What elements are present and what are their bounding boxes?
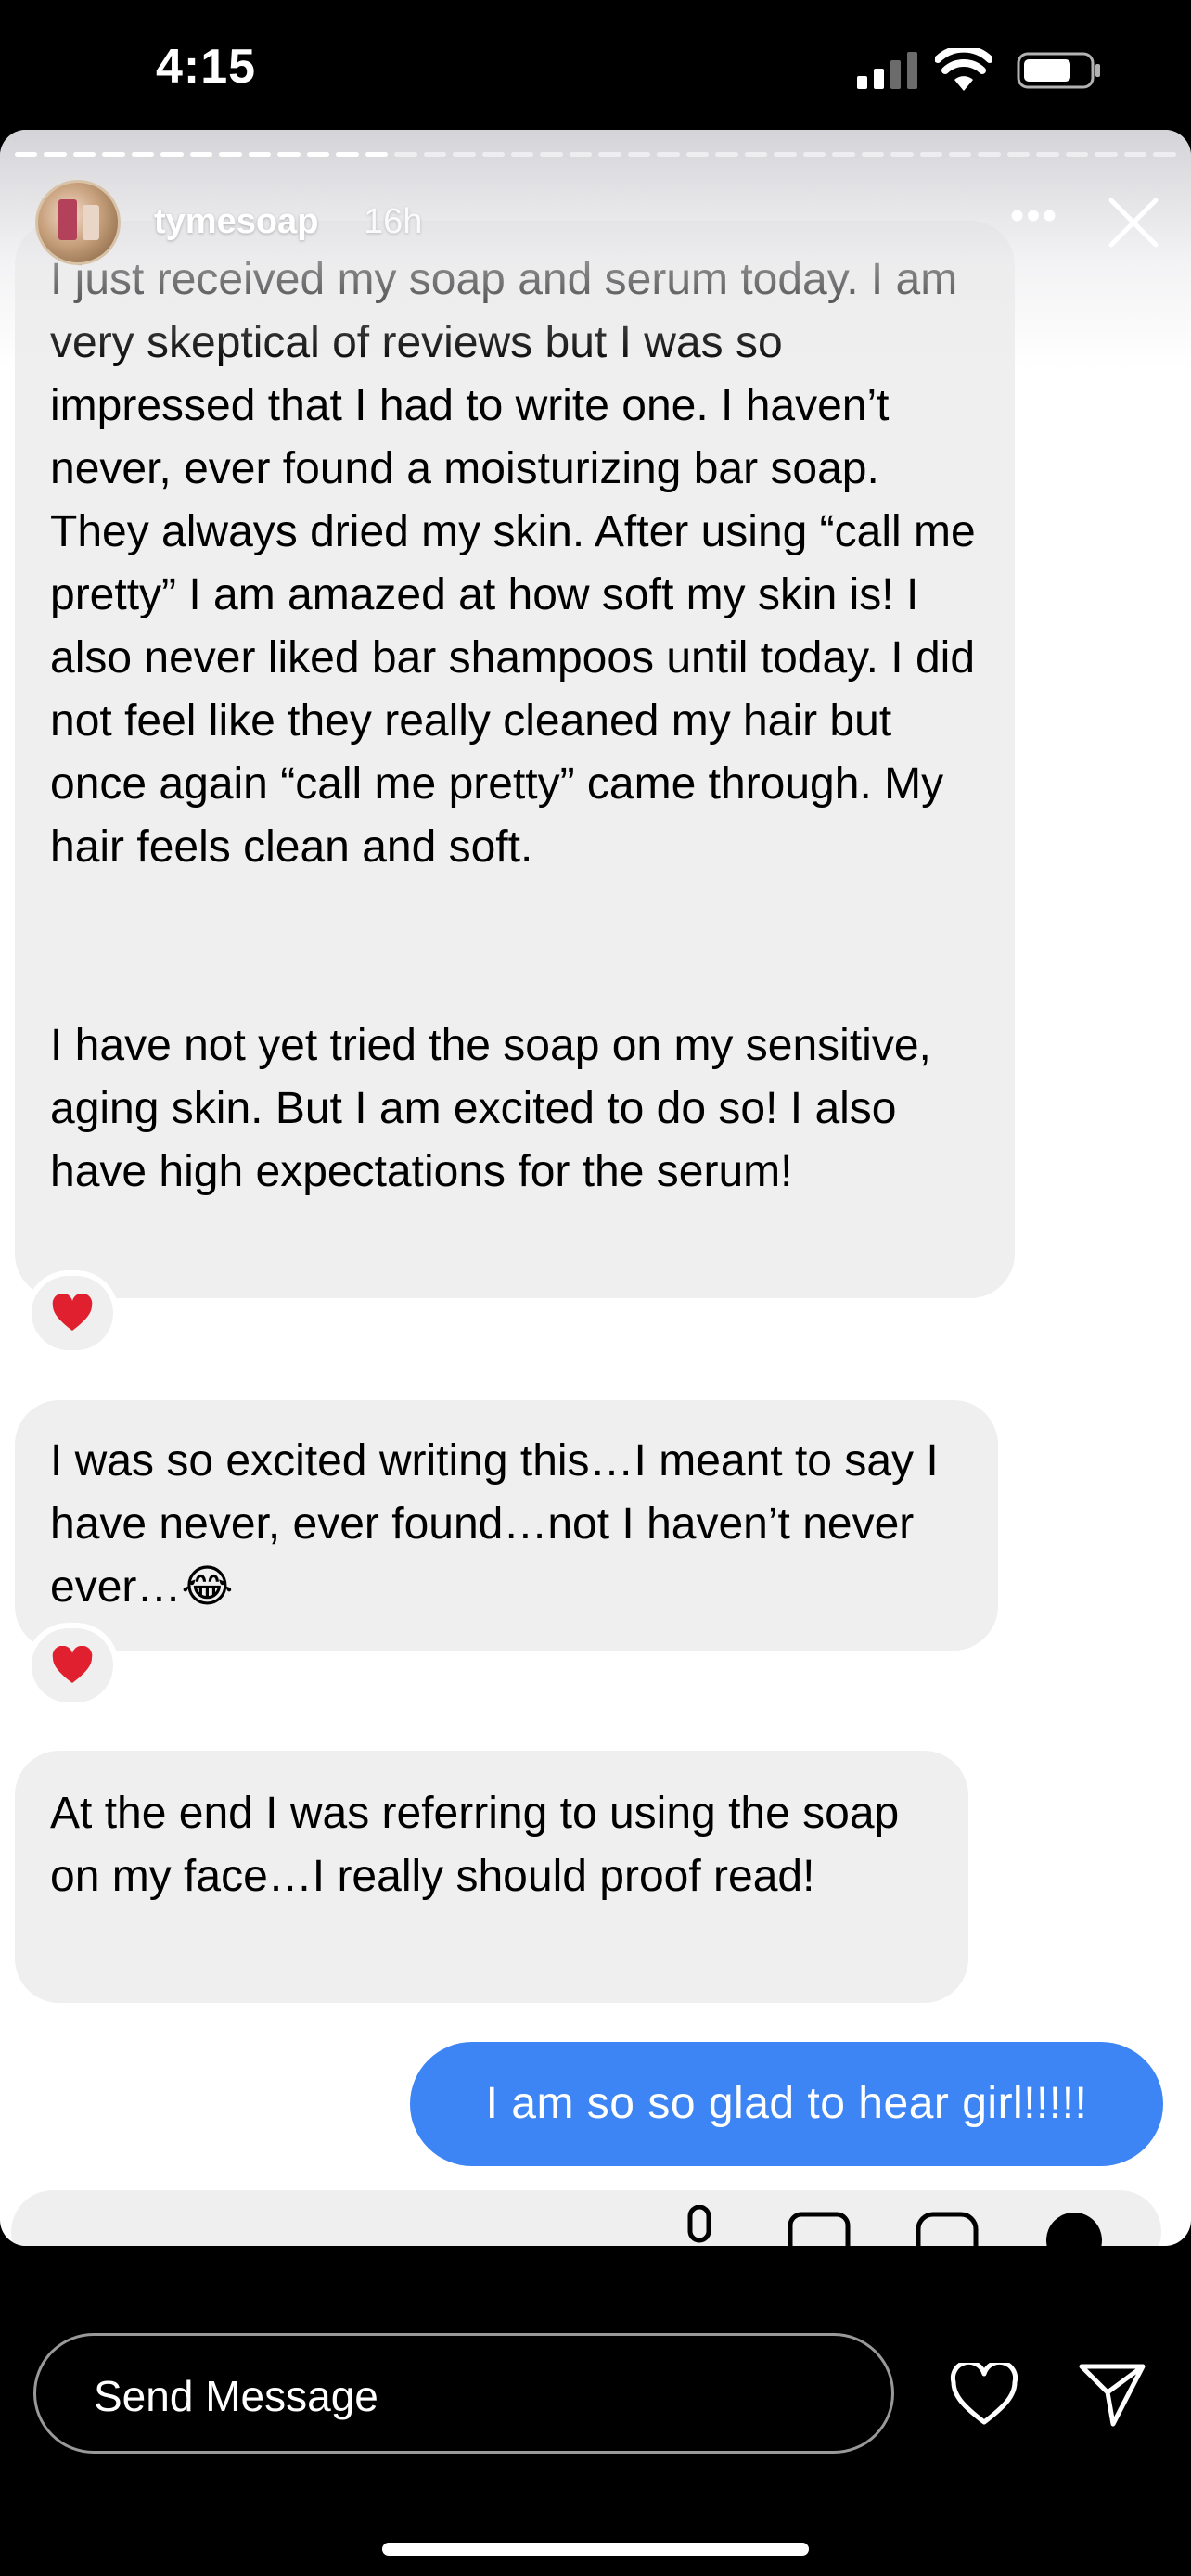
status-time: 4:15 [156,40,257,94]
story-progress-segment [598,152,621,157]
story-progress-segment [1036,152,1059,157]
received-message-bubble[interactable]: I was so excited writing this…I meant to… [15,1400,998,1651]
story-progress-segment [219,152,242,157]
story-progress-bar [15,152,1176,157]
heart-reaction[interactable] [26,1623,119,1708]
add-icon[interactable] [1044,2211,1104,2246]
message-text: At the end I was referring to using the … [50,1789,900,1901]
story-progress-segment [890,152,914,157]
story-progress-segment [540,152,563,157]
story-progress-segment [277,152,301,157]
sent-message-bubble[interactable]: I am so so glad to hear girl!!!!! [410,2042,1163,2166]
story-progress-segment [510,152,534,157]
username[interactable]: tymesoap [154,202,318,242]
story-header: tymesoap 16h ••• [0,180,1191,293]
story-time-ago: 16h [364,202,423,241]
story-progress-segment [861,152,885,157]
story-progress-segment [919,152,942,157]
heart-icon [52,1646,93,1683]
story-progress-segment [189,152,213,157]
story-progress-segment [685,152,710,157]
story-progress-segment [832,152,855,157]
home-indicator[interactable] [382,2543,809,2556]
message-text: I have not yet tried the soap on my sens… [50,1021,931,1196]
story-progress-segment [1006,152,1031,157]
sticker-icon[interactable] [915,2211,980,2246]
message-text: I was so excited writing this…I meant to… [50,1436,939,1612]
story-card[interactable]: tymesoap 16h ••• I just received my soap… [0,130,1191,2246]
story-progress-segment [72,152,96,157]
story-progress-segment [453,152,476,157]
story-progress-segment [160,152,184,157]
heart-reaction[interactable] [26,1270,119,1356]
story-progress-segment [365,152,389,157]
story-progress-segment [306,152,330,157]
story-progress-segment [394,152,417,157]
story-progress-segment [774,152,797,157]
story-progress-segment [978,152,1001,157]
status-bar: 4:15 [0,0,1191,130]
story-progress-segment [1153,152,1176,157]
story-progress-segment [102,152,125,157]
avatar[interactable] [35,180,121,265]
story-progress-segment [481,152,505,157]
story-progress-segment [131,152,155,157]
signal-icon [857,52,917,89]
wifi-icon [935,48,992,91]
send-message-placeholder: Send Message [94,2372,378,2420]
story-progress-segment [569,152,593,157]
story-reply-bar: Send Message [0,2246,1191,2576]
more-options-icon[interactable]: ••• [1002,193,1067,239]
story-progress-segment [744,152,768,157]
close-icon[interactable] [1104,193,1163,252]
battery-icon [1017,52,1100,89]
story-progress-segment [802,152,826,157]
story-progress-segment [1123,152,1147,157]
received-message-bubble[interactable]: I just received my soap and serum today.… [15,221,1015,1298]
story-progress-segment [44,152,67,157]
story-progress-segment [715,152,738,157]
story-progress-segment [336,152,359,157]
story-progress-segment [657,152,680,157]
like-heart-icon[interactable] [950,2363,1018,2426]
story-progress-segment [1065,152,1089,157]
heart-icon [52,1294,93,1331]
story-progress-segment [15,152,38,157]
dm-composer-bar [11,2190,1161,2246]
received-message-bubble[interactable]: At the end I was referring to using the … [15,1751,968,2003]
share-send-icon[interactable] [1078,2361,1146,2428]
story-progress-segment [949,152,972,157]
story-progress-segment [423,152,447,157]
microphone-icon[interactable] [681,2205,718,2246]
story-progress-segment [627,152,651,157]
send-message-input[interactable]: Send Message [33,2333,894,2454]
gallery-icon[interactable] [787,2211,852,2246]
story-progress-segment [248,152,272,157]
story-progress-segment [1095,152,1118,157]
